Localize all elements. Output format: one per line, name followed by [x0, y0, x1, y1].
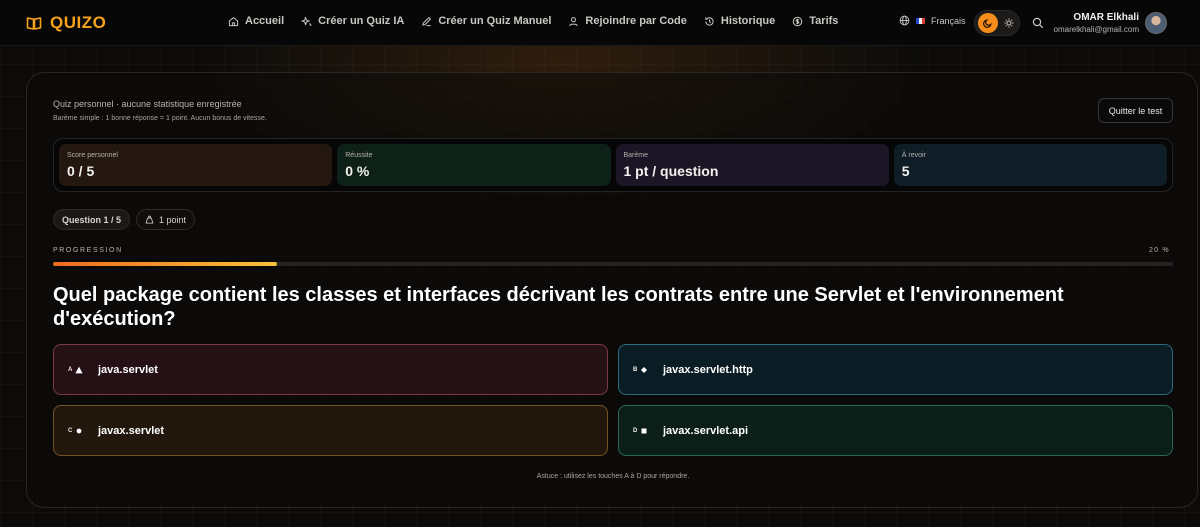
answer-key: D [633, 427, 663, 435]
language-selector[interactable]: Français [899, 15, 966, 26]
answer-text: javax.servlet.http [663, 363, 753, 376]
nav-link-quiz-ia[interactable]: Créer un Quiz IA [301, 15, 404, 27]
answer-letter: A [68, 366, 73, 373]
pencil-icon [422, 16, 432, 26]
nav-link-quiz-manuel[interactable]: Créer un Quiz Manuel [421, 15, 551, 27]
diamond-icon [641, 366, 648, 373]
nav-link-label: Historique [720, 15, 776, 27]
brand-logo[interactable]: QUIZO [26, 13, 106, 33]
users-icon [569, 16, 579, 26]
quiz-subtitle: Quiz personnel · aucune statistique enre… [53, 99, 242, 109]
triangle-icon [75, 366, 83, 373]
progress-fill [53, 262, 277, 266]
stat-score: Score personnel 0 / 5 [59, 144, 333, 186]
answer-options: A java.servlet B javax.servlet.http C ja… [53, 344, 1173, 456]
nav-link-accueil[interactable]: Accueil [228, 15, 284, 27]
user-email: omarelkhali@gmail.com [1053, 25, 1139, 34]
progress-bar [53, 262, 1173, 266]
answer-letter: D [633, 427, 638, 434]
points-badge: 1 point [136, 209, 196, 230]
quiz-card: Quiz personnel · aucune statistique enre… [26, 72, 1198, 508]
quiz-header: Quiz personnel · aucune statistique enre… [53, 99, 267, 122]
stat-label: Score personnel [67, 152, 118, 159]
stat-value: 5 [901, 163, 910, 179]
answer-letter: B [633, 366, 638, 373]
answer-key: A [68, 366, 98, 374]
progress-label: PROGRESSION [53, 247, 123, 254]
square-icon [641, 428, 647, 433]
stat-a-revoir: À revoir 5 [893, 144, 1167, 186]
main-nav: Accueil Créer un Quiz IA Créer un Quiz M… [228, 15, 838, 27]
user-info[interactable]: OMAR Elkhali omarelkhali@gmail.com [1054, 12, 1139, 34]
answer-key: B [633, 366, 663, 374]
globe-icon [899, 15, 910, 26]
stat-reussite: Réussite 0 % [337, 144, 611, 186]
answer-option-c[interactable]: C javax.servlet [53, 405, 608, 456]
france-flag-icon [916, 17, 925, 24]
sun-icon[interactable] [1002, 16, 1016, 30]
answer-option-b[interactable]: B javax.servlet.http [618, 344, 1173, 395]
question-pills: Question 1 / 5 1 point [53, 209, 196, 230]
top-navbar: QUIZO Accueil Créer un Quiz IA Créer un … [0, 0, 1200, 46]
avatar[interactable] [1145, 12, 1167, 34]
progress-percent: 20 % [1149, 247, 1170, 254]
answer-letter: C [68, 427, 73, 434]
nav-link-label: Créer un Quiz IA [318, 15, 405, 27]
answer-text: javax.servlet.api [663, 424, 749, 437]
nav-link-label: Rejoindre par Code [585, 15, 687, 27]
nav-link-historique[interactable]: Historique [704, 15, 775, 27]
nav-link-label: Accueil [245, 15, 285, 27]
answer-option-d[interactable]: D javax.servlet.api [618, 405, 1173, 456]
answer-key: C [68, 427, 98, 435]
user-name: OMAR Elkhali [1073, 12, 1139, 23]
nav-link-rejoindre[interactable]: Rejoindre par Code [568, 15, 687, 27]
nav-link-label: Créer un Quiz Manuel [438, 15, 552, 27]
stat-value: 0 % [345, 163, 370, 179]
question-text: Quel package contient les classes et int… [53, 284, 1064, 330]
answer-option-a[interactable]: A java.servlet [53, 344, 608, 395]
question-counter-badge: Question 1 / 5 [53, 209, 131, 230]
history-icon [705, 16, 714, 26]
stat-value: 1 pt / question [623, 163, 719, 179]
stat-bareme: Barème 1 pt / question [615, 144, 889, 186]
stat-label: Barème [623, 152, 649, 159]
weight-icon [145, 215, 154, 224]
search-icon[interactable] [1032, 17, 1044, 29]
stat-label: Réussite [345, 152, 373, 159]
keyboard-tip: Astuce : utilisez les touches A à D pour… [536, 473, 690, 480]
theme-toggle[interactable] [974, 10, 1020, 36]
home-icon [228, 16, 239, 26]
book-open-icon [26, 17, 42, 30]
dollar-icon [793, 16, 803, 26]
answer-text: javax.servlet [98, 424, 165, 437]
answer-text: java.servlet [98, 363, 158, 376]
stat-value: 0 / 5 [67, 163, 95, 179]
language-label: Français [931, 15, 966, 26]
moon-icon[interactable] [978, 13, 998, 33]
stat-label: À revoir [901, 152, 926, 159]
stats-panel: Score personnel 0 / 5 Réussite 0 % Barèm… [53, 138, 1173, 192]
sparkles-icon [301, 16, 312, 26]
brand-name: QUIZO [50, 13, 107, 32]
nav-link-tarifs[interactable]: Tarifs [792, 15, 838, 27]
bareme-note: Barème simple : 1 bonne réponse = 1 poin… [53, 115, 267, 122]
points-label: 1 point [159, 214, 187, 225]
nav-link-label: Tarifs [809, 15, 839, 27]
quit-test-button[interactable]: Quitter le test [1098, 98, 1173, 123]
circle-icon [76, 428, 82, 433]
